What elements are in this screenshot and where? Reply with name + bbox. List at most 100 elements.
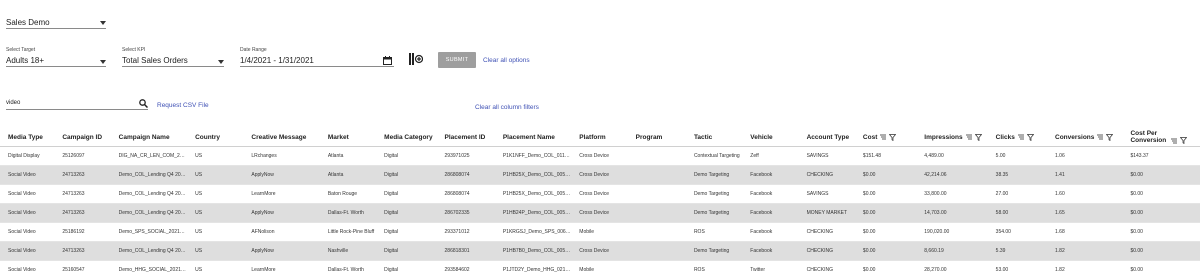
table-cell: 286808074 [436,184,495,204]
table-cell: Zeff [742,146,799,166]
table-cell: $0.00 [1122,165,1200,185]
column-header[interactable]: Placement Name [494,129,572,147]
column-header[interactable]: Creative Message [243,129,320,147]
table-cell: US [187,260,244,278]
column-header[interactable]: Placement ID [436,129,495,147]
table-row[interactable]: Social Video 24713263 Demo_COL_Lending Q4 … [0,241,1200,261]
table-body: Digital Display 25126097 DIG_NA_CR_LEN_COM… [0,146,1200,278]
table-cell: Social Video [0,260,55,278]
table-cell: Demo Targeting [685,241,743,261]
column-header[interactable]: Campaign Name [110,129,188,147]
table-cell: Facebook [742,203,799,223]
date-range-value: 1/4/2021 - 1/31/2021 [240,56,314,65]
column-header[interactable]: Impressions [916,129,988,147]
table-cell: CHECKING [798,165,855,185]
search-icon[interactable] [139,99,148,108]
table-row[interactable]: Social Video 24713263 Demo_COL_Lending Q4 … [0,184,1200,204]
table-cell [627,165,686,185]
table-cell: 1.65 [1047,203,1123,223]
filter-icon[interactable] [889,133,897,141]
table-cell: Social Video [0,203,55,223]
table-cell: 5.39 [987,241,1048,261]
table-cell: 58.00 [987,203,1048,223]
table-cell [627,222,686,242]
table-cell: Social Video [0,241,55,261]
table-cell: Mobile [571,222,628,242]
column-header[interactable]: Program [627,129,686,147]
table-cell: ROS [685,260,743,278]
table-cell: 1.82 [1047,241,1123,261]
table-cell: CHECKING [798,241,855,261]
table-cell: 27.00 [987,184,1048,204]
table-cell: Dallas-Ft. Worth [319,260,377,278]
column-header[interactable]: Media Type [0,129,55,147]
table-cell: $0.00 [1122,241,1200,261]
table-cell: Digital [376,203,437,223]
sort-icon[interactable] [965,134,973,140]
table-cell: $143.37 [1122,146,1200,166]
table-cell: P1HB24P_Demo_COL_005… [494,203,572,223]
table-cell: $0.00 [854,203,917,223]
submit-button[interactable]: SUBMIT [438,52,476,68]
table-cell: ROS [685,222,743,242]
table-cell [627,146,686,166]
table-cell: Cross Device [571,203,628,223]
table-cell: 28,270.00 [916,260,988,278]
table-cell: $0.00 [854,184,917,204]
table-cell: 286818301 [436,241,495,261]
table-cell: 8,660.19 [916,241,988,261]
table-row[interactable]: Social Video 24713263 Demo_COL_Lending Q4 … [0,203,1200,223]
column-header[interactable]: Cost Per Conversion [1122,129,1200,147]
table-cell: Contextual Targeting [685,146,743,166]
table-row[interactable]: Social Video 25186192 Demo_SPS_SOCIAL_2021… [0,222,1200,242]
table-cell: DIG_NA_CR_LEN_COM_2… [110,146,188,166]
column-header-label: Market [327,133,349,141]
column-header-label: Media Type [8,133,43,141]
search-input-value: video [6,100,21,106]
filter-icon[interactable] [1106,133,1114,141]
table-cell: Demo_COL_Lending Q4 20… [110,165,188,185]
table-cell: Atlanta [319,165,377,185]
sort-icon[interactable] [1017,134,1025,140]
column-header[interactable]: Conversions [1047,129,1123,147]
chevron-down-icon [218,60,224,64]
clear-column-filters-link[interactable]: Clear all column filters [475,104,539,111]
sort-icon[interactable] [1171,138,1178,144]
column-header[interactable]: Vehicle [742,129,799,147]
column-header[interactable]: Cost [854,129,917,147]
calendar-icon[interactable] [383,56,392,65]
table-cell: 38.35 [987,165,1048,185]
add-column-icon[interactable] [409,53,423,65]
table-cell: AFNolison [243,222,320,242]
request-csv-link[interactable]: Request CSV File [157,102,209,109]
column-header[interactable]: Tactic [685,129,743,147]
column-header[interactable]: Campaign ID [54,129,111,147]
table-cell: 42,214.06 [916,165,988,185]
table-cell: 354.00 [987,222,1048,242]
column-header-label: Clicks [995,133,1015,141]
filter-icon[interactable] [974,133,982,141]
filter-icon[interactable] [1026,133,1034,141]
column-header-label: Placement ID [444,133,486,141]
table-cell: Demo_HHG_SOCIAL_2021… [110,260,188,278]
target-select[interactable]: Adults 18+ [6,55,106,67]
table-row[interactable]: Digital Display 25126097 DIG_NA_CR_LEN_COM… [0,146,1200,166]
sort-icon[interactable] [880,134,887,140]
table-cell: 25126097 [54,146,111,166]
table-row[interactable]: Social Video 24713263 Demo_COL_Lending Q4 … [0,165,1200,185]
date-range-input[interactable]: 1/4/2021 - 1/31/2021 [240,55,394,67]
kpi-select[interactable]: Total Sales Orders [122,55,224,67]
sort-icon[interactable] [1097,134,1104,140]
column-header[interactable]: Media Category [376,129,437,147]
table-row[interactable]: Social Video 25160547 Demo_HHG_SOCIAL_2021… [0,260,1200,278]
column-header[interactable]: Market [319,129,377,147]
table-cell: 25186192 [54,222,111,242]
column-header[interactable]: Clicks [987,129,1048,147]
column-header[interactable]: Country [187,129,244,147]
search-input[interactable]: video [6,99,148,110]
clear-all-options-link[interactable]: Clear all options [483,57,530,64]
column-header[interactable]: Platform [571,129,628,147]
filter-icon[interactable] [1180,137,1188,145]
column-header[interactable]: Account Type [798,129,855,147]
account-select[interactable]: Sales Demo [6,16,106,29]
